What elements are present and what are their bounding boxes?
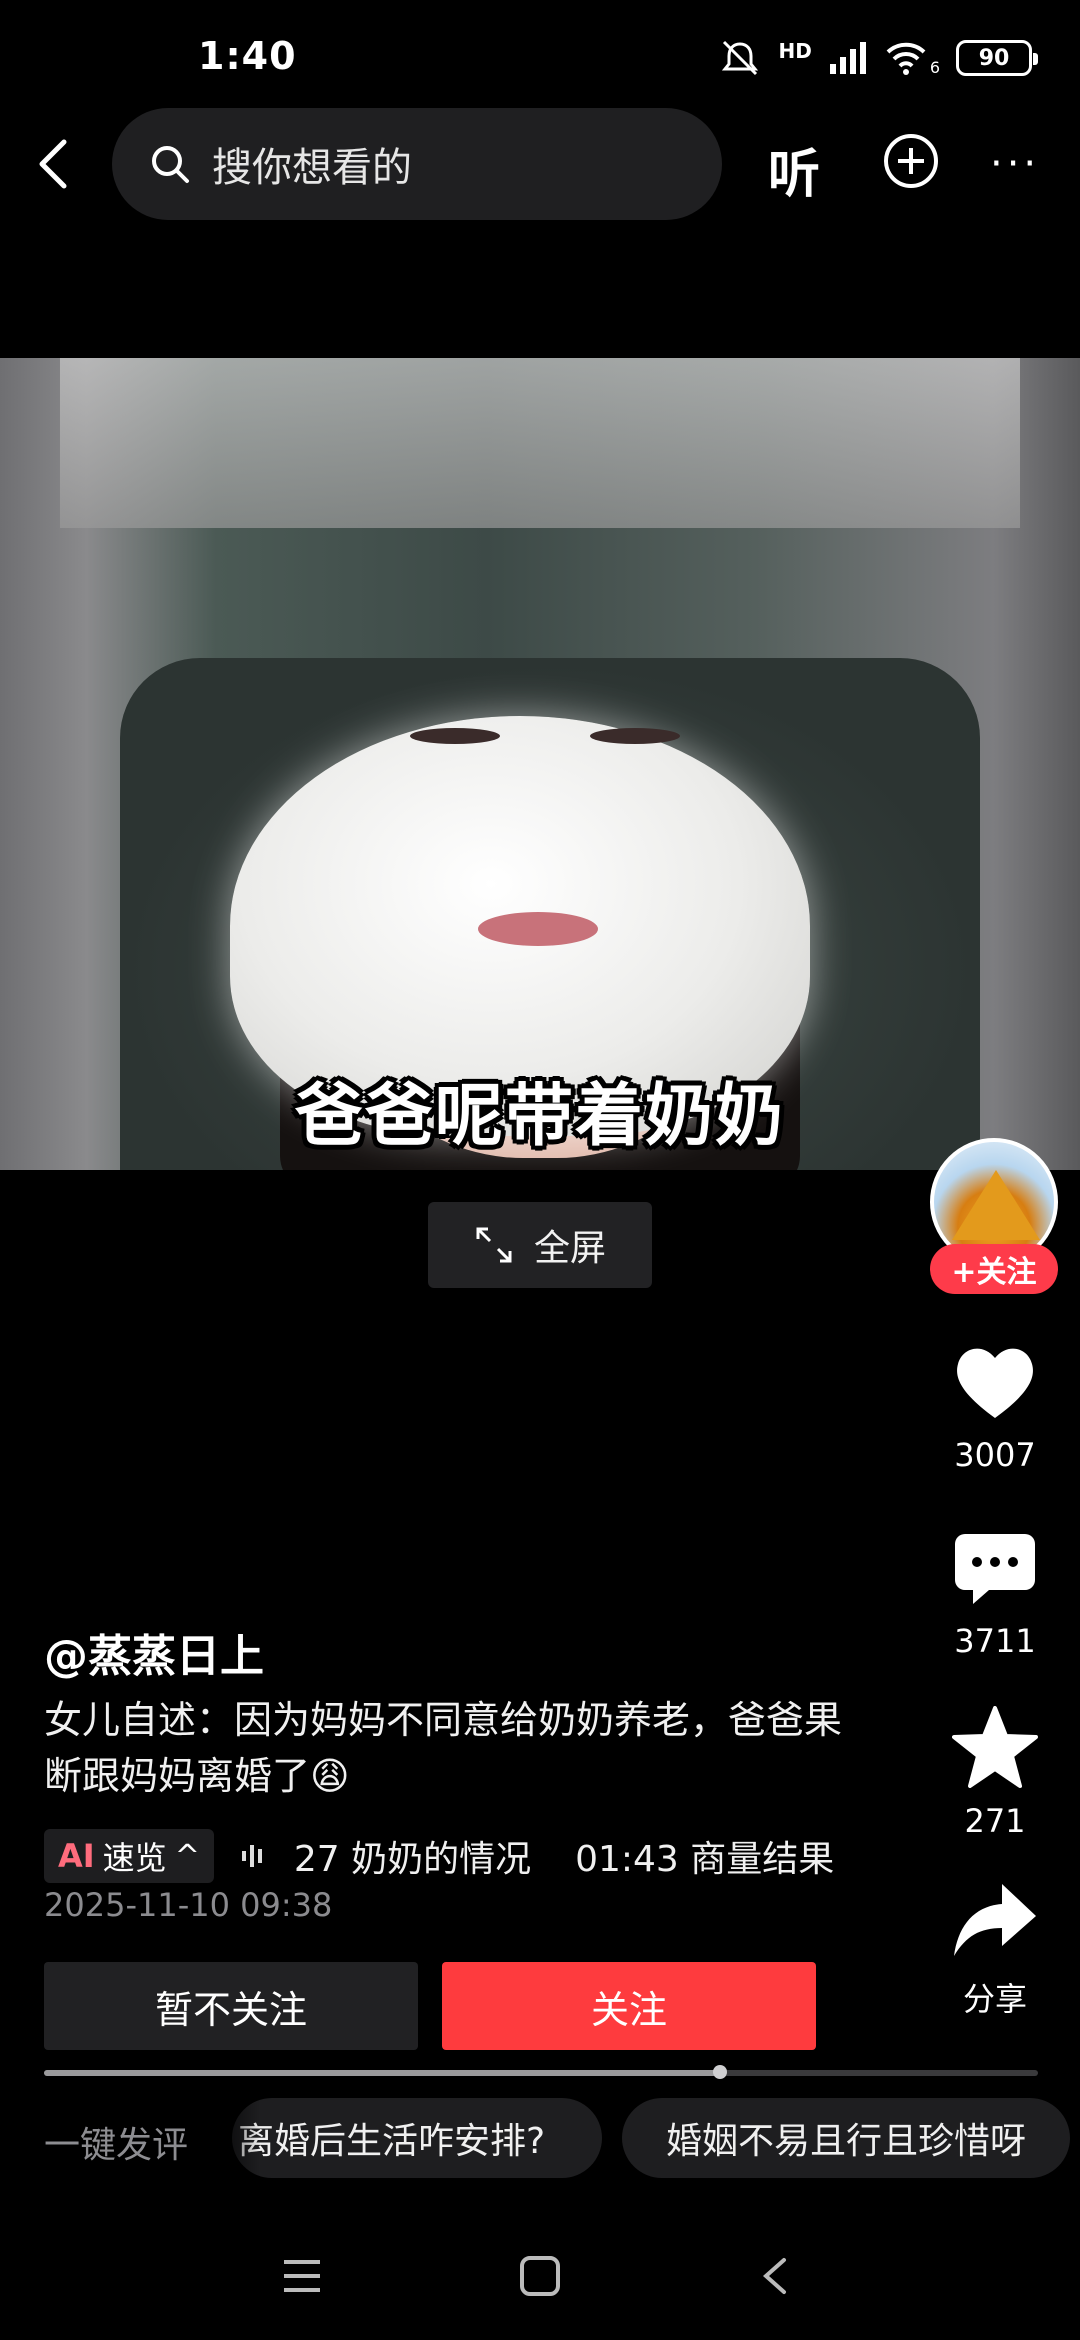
share-button[interactable]: 分享 bbox=[940, 1880, 1050, 2020]
video-person-eye-right bbox=[590, 728, 680, 744]
author-name[interactable]: @蒸蒸日上 bbox=[44, 1620, 264, 1684]
heart-icon bbox=[957, 1348, 1033, 1418]
ai-summary-row: AI 速览 ^ 27 奶奶的情况 01:43 商量结果 bbox=[44, 1828, 884, 1884]
quick-comment-chip[interactable]: 离婚后生活咋安排? bbox=[232, 2098, 602, 2178]
quick-comment-chip[interactable]: 婚姻不易且行且珍惜呀 bbox=[622, 2098, 1070, 2178]
background-shelf bbox=[60, 358, 1020, 528]
search-placeholder: 搜你想看的 bbox=[212, 145, 412, 191]
battery-level: 90 bbox=[978, 45, 1010, 71]
like-button[interactable]: 3007 bbox=[940, 1342, 1050, 1474]
star-icon bbox=[952, 1706, 1038, 1788]
more-button[interactable]: ··· bbox=[990, 144, 1040, 184]
home-square-icon[interactable] bbox=[518, 2254, 562, 2298]
battery-icon: 90 bbox=[956, 40, 1038, 76]
comment-count: 3711 bbox=[954, 1622, 1036, 1660]
signal-icon bbox=[829, 42, 866, 74]
avatar-mountain bbox=[952, 1170, 1040, 1240]
post-description: 女儿自述：因为妈妈不同意给奶奶养老，爸爸果断跟妈妈离婚了😩 bbox=[44, 1698, 843, 1798]
share-label: 分享 bbox=[962, 1980, 1027, 2018]
progress-knob[interactable] bbox=[712, 2065, 727, 2079]
post-date: 2025-11-10 09:38 bbox=[44, 1886, 333, 1924]
skip-follow-button[interactable]: 暂不关注 bbox=[44, 1962, 418, 2050]
search-icon bbox=[152, 146, 189, 183]
status-icons: HD 6 90 bbox=[718, 38, 1038, 78]
chapter-segment[interactable]: 01:43 商量结果 bbox=[575, 1830, 834, 1882]
back-arrow-icon[interactable] bbox=[24, 132, 88, 196]
search-bar[interactable]: 搜你想看的 bbox=[112, 108, 722, 220]
quick-comment-bar: 一键发评 离婚后生活咋安排? 婚姻不易且行且珍惜呀 bbox=[0, 2098, 1080, 2178]
wifi-badge: 6 bbox=[929, 57, 940, 77]
progress-fill bbox=[44, 2070, 720, 2076]
system-nav-bar bbox=[0, 2230, 1080, 2340]
favorite-count: 271 bbox=[964, 1802, 1026, 1840]
ai-summary-button[interactable]: AI 速览 ^ bbox=[44, 1829, 214, 1883]
status-bar: 1:40 HD 6 90 bbox=[0, 0, 1080, 110]
video-person-mouth bbox=[478, 912, 598, 946]
quick-comment-label: 一键发评 bbox=[44, 2125, 189, 2166]
like-count: 3007 bbox=[954, 1436, 1036, 1474]
chip-fade bbox=[200, 2098, 260, 2178]
audio-wave-icon bbox=[241, 1845, 262, 1867]
listen-button[interactable]: 听 bbox=[768, 132, 820, 207]
ai-prefix: AI bbox=[58, 1837, 95, 1875]
fullscreen-label: 全屏 bbox=[533, 1228, 606, 1269]
follow-button[interactable]: 关注 bbox=[442, 1962, 816, 2050]
video-player[interactable] bbox=[0, 358, 1080, 1170]
network-label: HD bbox=[778, 39, 812, 63]
chapter-segment[interactable]: 27 奶奶的情况 bbox=[294, 1830, 531, 1882]
back-nav-icon[interactable] bbox=[760, 2254, 790, 2298]
top-nav: 搜你想看的 听 ··· bbox=[0, 108, 1080, 220]
ai-summary-label: 速览 bbox=[102, 1839, 167, 1877]
video-subtitle: 爸爸呢带着奶奶 bbox=[294, 1077, 785, 1156]
expand-icon bbox=[476, 1227, 512, 1263]
comment-button[interactable]: 3711 bbox=[940, 1530, 1050, 1660]
chevron-up-icon: ^ bbox=[174, 1838, 200, 1874]
add-circle-icon[interactable] bbox=[882, 132, 940, 190]
menu-icon[interactable] bbox=[282, 2254, 322, 2298]
follow-pill-button[interactable]: +关注 bbox=[930, 1244, 1058, 1294]
comment-icon bbox=[955, 1534, 1035, 1604]
share-arrow-icon bbox=[954, 1884, 1036, 1956]
mute-bell-icon bbox=[722, 40, 759, 76]
video-person-eye-left bbox=[410, 728, 500, 744]
wifi-icon bbox=[886, 42, 926, 75]
status-time: 1:40 bbox=[198, 34, 297, 78]
favorite-button[interactable]: 271 bbox=[940, 1706, 1050, 1840]
video-progress-bar[interactable] bbox=[44, 2065, 1038, 2079]
fullscreen-button[interactable]: 全屏 bbox=[428, 1202, 652, 1288]
